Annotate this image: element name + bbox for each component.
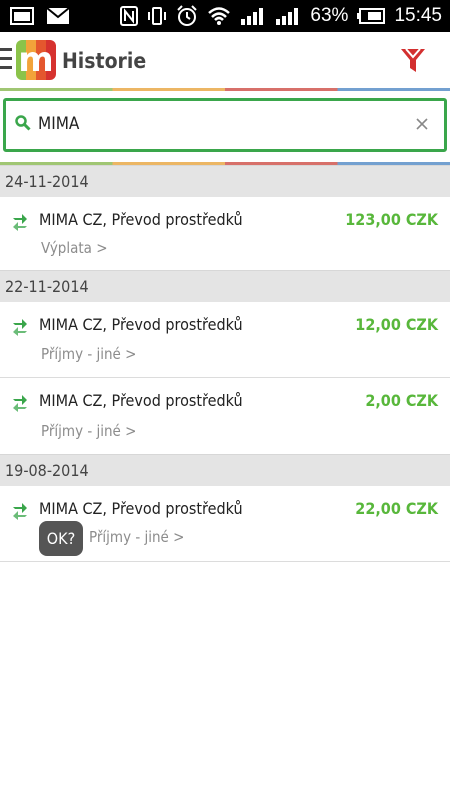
transaction-name: MIMA CZ, Převod prostředků — [39, 499, 243, 518]
transaction-item[interactable]: MIMA CZ, Převod prostředků 22,00 CZK OK?… — [0, 486, 450, 561]
search-field[interactable]: MIMA — [3, 98, 447, 152]
date-label: 19-08-2014 — [5, 461, 89, 480]
transaction-amount: 2,00 CZK — [365, 391, 438, 410]
battery-percentage: 63% — [310, 5, 349, 26]
category-link[interactable]: Příjmy - jiné > — [41, 422, 136, 440]
signal-icon-1 — [240, 7, 266, 25]
filter-icon — [401, 48, 425, 72]
date-label: 22-11-2014 — [5, 277, 89, 296]
search-icon — [15, 115, 31, 135]
search-input[interactable]: MIMA — [38, 114, 79, 134]
battery-icon — [357, 8, 386, 24]
filter-button[interactable] — [396, 43, 430, 77]
transaction-name: MIMA CZ, Převod prostředků — [39, 391, 243, 410]
transaction-item[interactable]: MIMA CZ, Převod prostředků 123,00 CZK Vý… — [0, 197, 450, 270]
transaction-amount: 123,00 CZK — [345, 210, 438, 229]
category-link[interactable]: Příjmy - jiné > — [41, 345, 136, 363]
transaction-item[interactable]: MIMA CZ, Převod prostředků 2,00 CZK Příj… — [0, 378, 450, 454]
date-header: 22-11-2014 — [0, 270, 450, 303]
transfer-arrow-icon — [13, 214, 27, 231]
category-link[interactable]: Příjmy - jiné > — [89, 528, 184, 546]
signal-icon-2 — [275, 7, 301, 25]
menu-icon[interactable] — [0, 48, 12, 70]
clock: 15:45 — [394, 5, 442, 26]
transaction-amount: 22,00 CZK — [355, 499, 438, 518]
date-header: 19-08-2014 — [0, 454, 450, 487]
page-title: Historie — [62, 49, 147, 73]
transfer-arrow-icon — [13, 503, 27, 520]
transaction-name: MIMA CZ, Převod prostředků — [39, 210, 243, 229]
ok-confirm-button[interactable]: OK? — [39, 521, 83, 556]
status-bar: 63% 15:45 — [0, 0, 450, 32]
nfc-icon — [120, 6, 139, 26]
category-link[interactable]: Výplata > — [41, 239, 108, 257]
transaction-amount: 12,00 CZK — [355, 315, 438, 334]
date-label: 24-11-2014 — [5, 172, 89, 191]
clear-search-icon[interactable] — [413, 115, 431, 133]
transfer-arrow-icon — [13, 395, 27, 412]
transaction-name: MIMA CZ, Převod prostředků — [39, 315, 243, 334]
gallery-notification-icon — [10, 7, 34, 25]
transaction-item[interactable]: MIMA CZ, Převod prostředků 12,00 CZK Pří… — [0, 302, 450, 377]
header-divider — [0, 88, 450, 91]
app-logo[interactable]: m — [16, 40, 56, 80]
transfer-arrow-icon — [13, 319, 27, 336]
vibrate-icon — [147, 6, 167, 26]
list-divider — [0, 561, 450, 562]
date-header: 24-11-2014 — [0, 165, 450, 198]
app-bar: m Historie — [0, 32, 450, 88]
email-notification-icon — [46, 7, 70, 25]
logo-letter: m — [18, 40, 53, 80]
alarm-icon — [176, 5, 198, 27]
wifi-icon — [207, 6, 231, 26]
